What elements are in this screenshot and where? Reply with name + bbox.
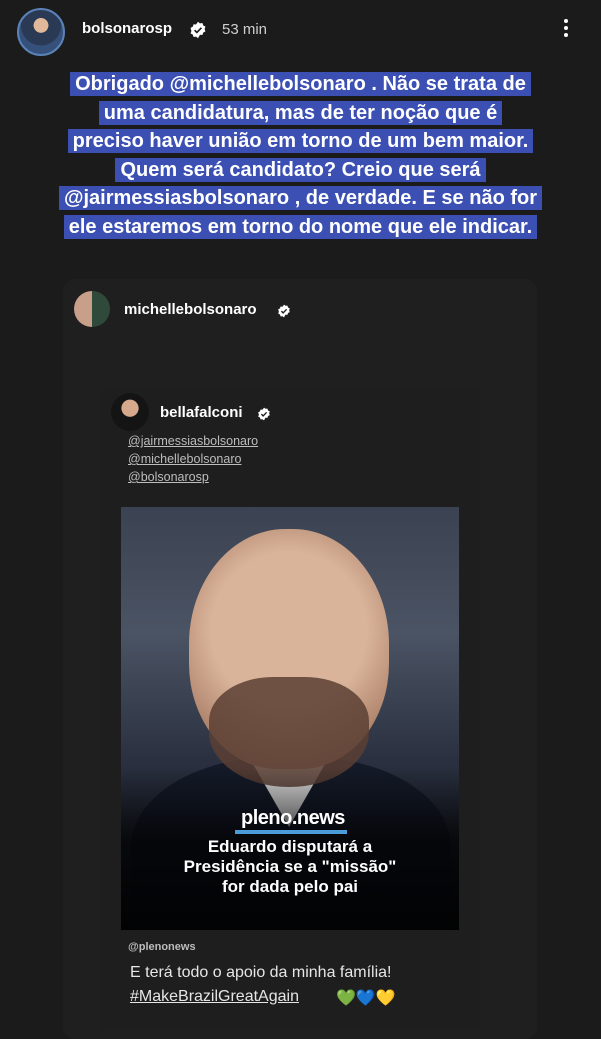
post-time: 53 min [222,21,268,38]
news-brand-logo: pleno.news [241,807,345,829]
inner-post-username[interactable]: bellafalconi [160,404,243,421]
photo-credit[interactable]: @plenonews [128,941,196,953]
news-headline: Eduardo disputará a Presidência se a "mi… [183,837,397,896]
shared-post-username[interactable]: michellebolsonaro [124,301,257,318]
tag-jairmessiasbolsonaro[interactable]: @jairmessiasbolsonaro [128,434,258,448]
verified-badge-icon [278,304,290,318]
hearts-emoji: 💚💙💛 [336,990,396,1007]
tag-bolsonarosp[interactable]: @bolsonarosp [128,470,209,484]
mention-jairmessiasbolsonaro[interactable]: @jairmessiasbolsonaro [64,187,289,209]
more-options-icon[interactable] [559,16,573,44]
inner-post-caption: E terá todo o apoio da minha família! [130,964,392,981]
brand-underline [235,830,347,834]
story-header: bolsonarosp 53 min [0,0,601,62]
shared-post-avatar[interactable] [74,291,110,327]
mention-michellebolsonaro[interactable]: @michellebolsonaro [170,73,366,95]
verified-badge-icon [258,407,270,421]
username[interactable]: bolsonarosp [82,20,172,37]
news-photo[interactable]: pleno.news Eduardo disputará a Presidênc… [121,507,459,930]
profile-avatar[interactable] [17,8,65,56]
tag-michellebolsonaro[interactable]: @michellebolsonaro [128,452,241,466]
inner-post-avatar[interactable] [111,393,149,431]
hashtag-link[interactable]: #MakeBrazilGreatAgain [130,988,299,1006]
verified-badge-icon [190,21,206,39]
story-caption: Obrigado @michellebolsonaro . Não se tra… [12,70,589,241]
